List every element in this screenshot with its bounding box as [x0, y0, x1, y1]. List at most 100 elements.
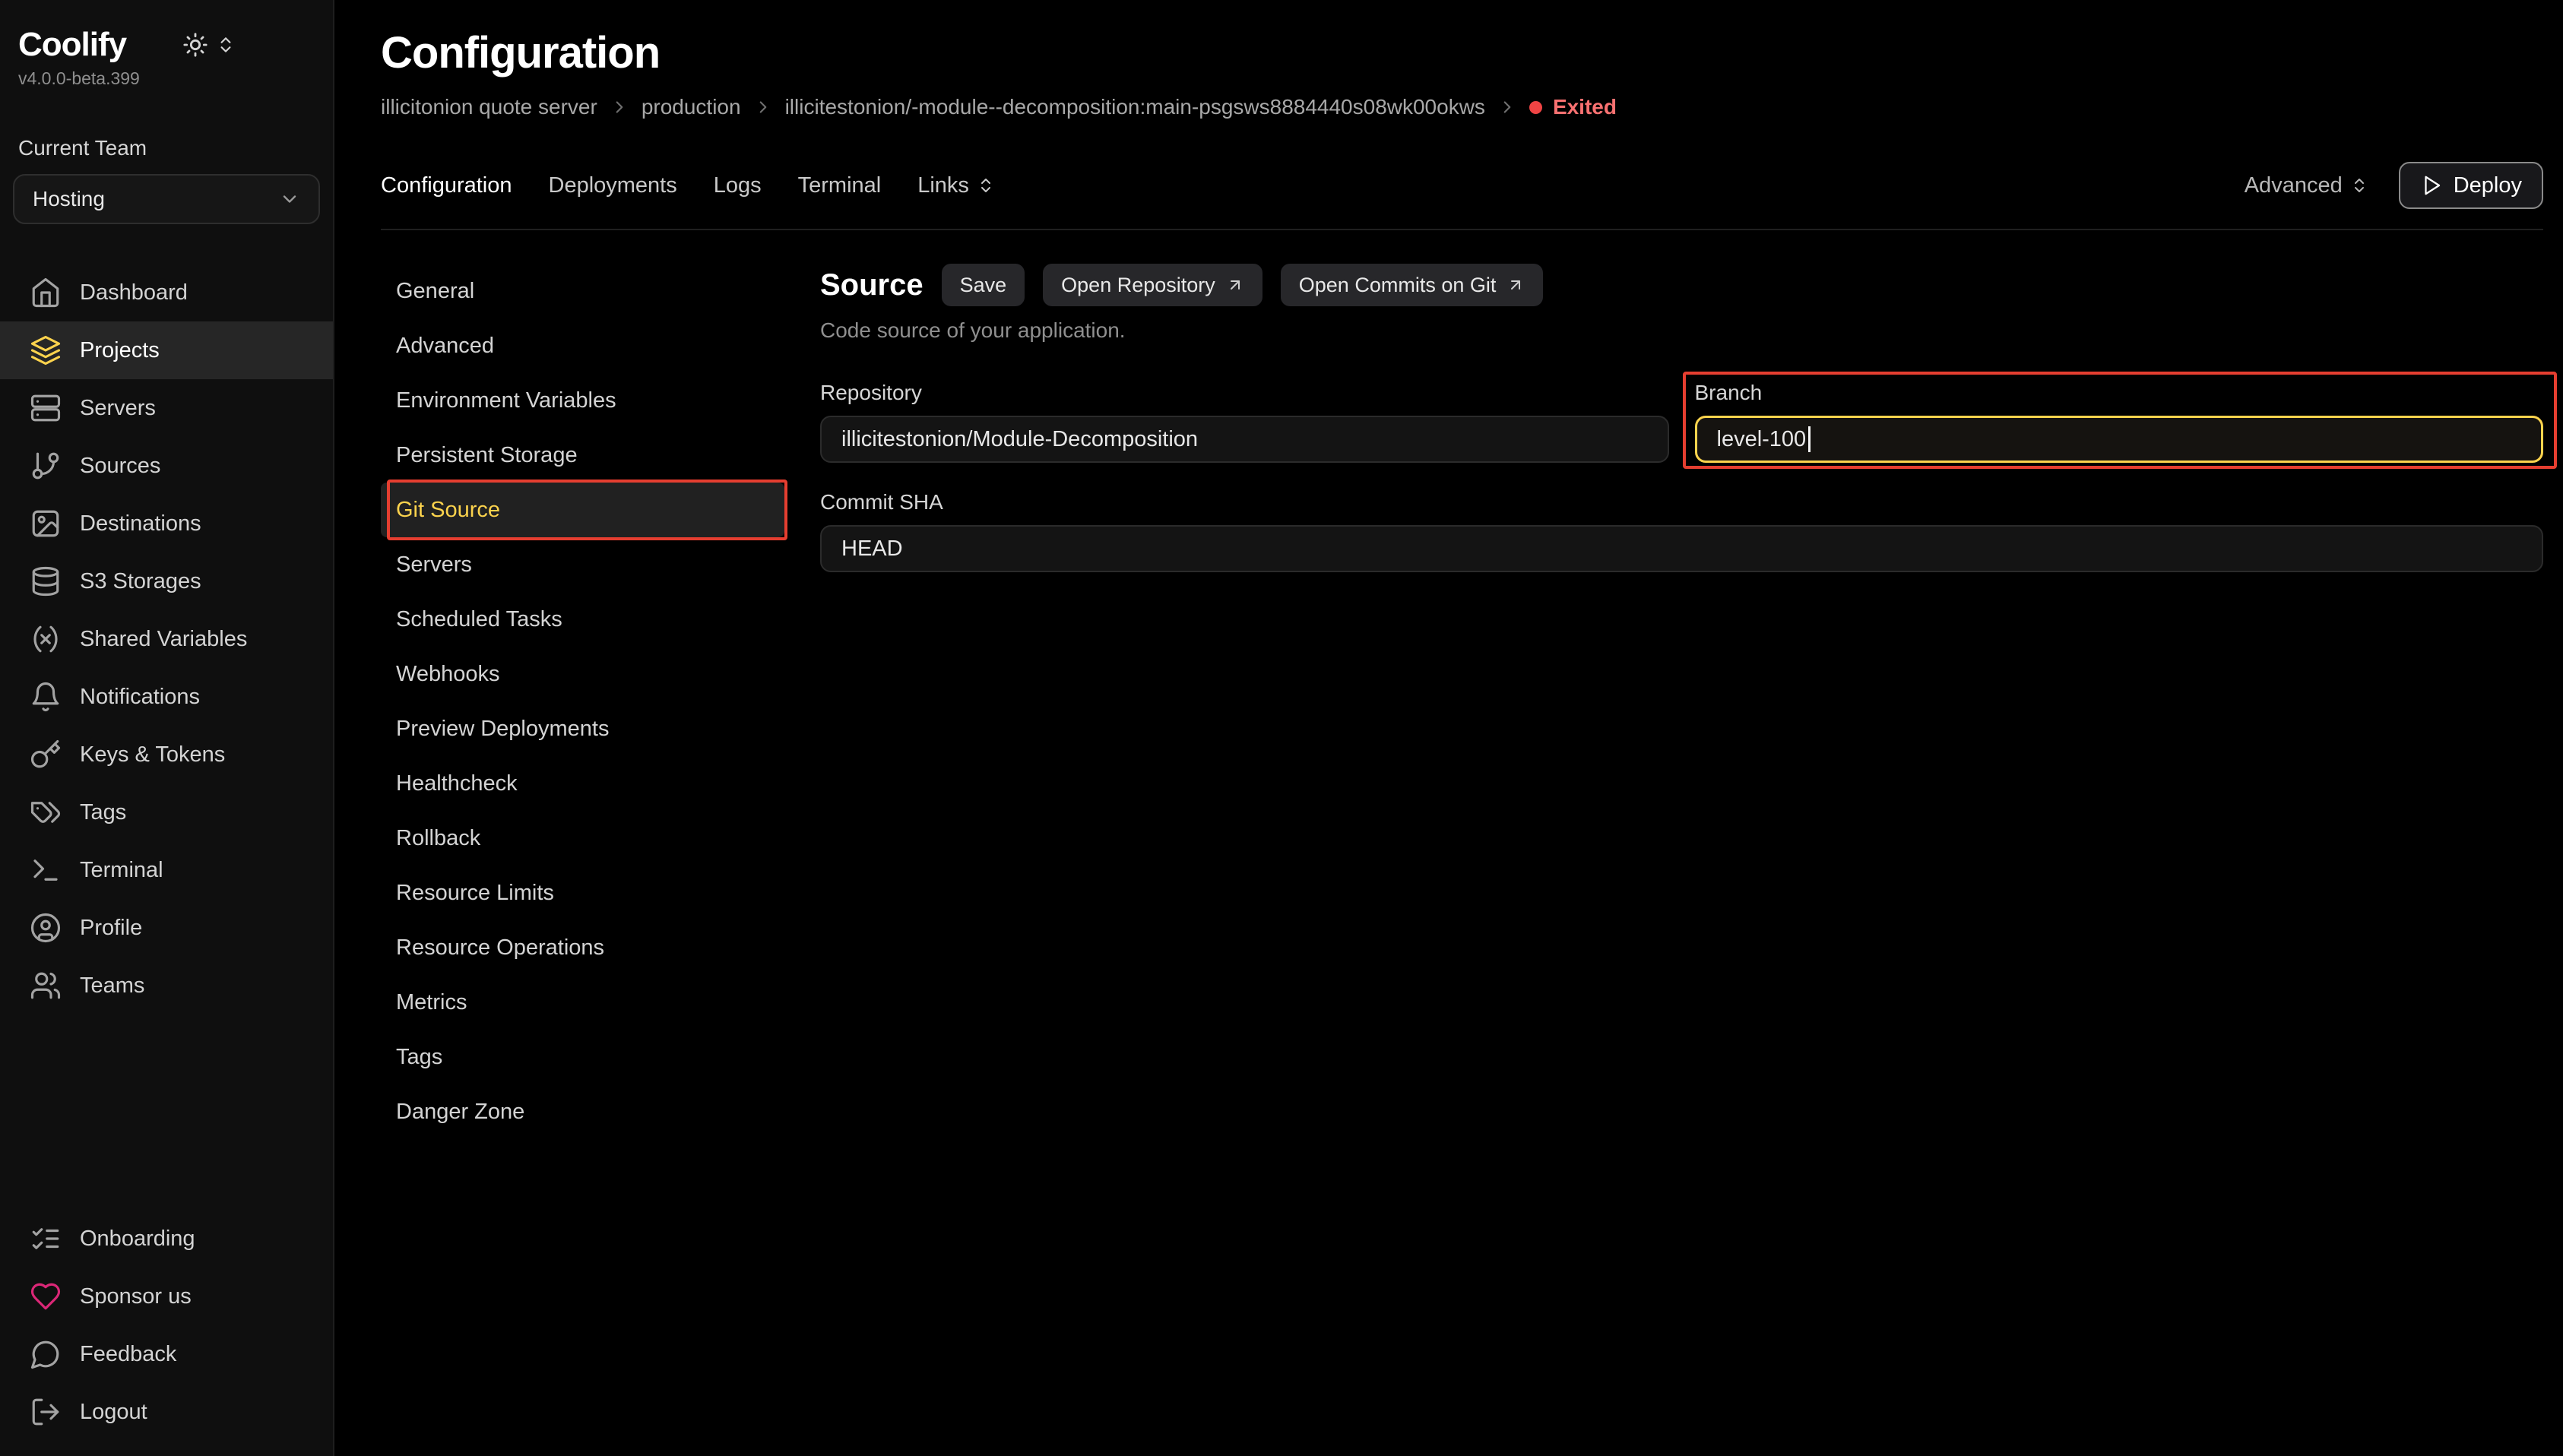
theme-chevrons-up-down-icon[interactable]	[216, 35, 236, 55]
sidebar-item-feedback[interactable]: Feedback	[0, 1325, 333, 1383]
source-description: Code source of your application.	[820, 318, 2543, 343]
play-icon	[2420, 174, 2443, 197]
theme-sun-icon[interactable]	[182, 32, 208, 58]
repository-label: Repository	[820, 381, 1669, 405]
source-panel: Source Save Open Repository Open Commits…	[784, 264, 2543, 1139]
subnav-item-git-source[interactable]: Git Source	[381, 483, 784, 537]
chevrons-up-down-icon	[977, 176, 995, 195]
branch-label: Branch	[1695, 381, 2544, 405]
list-checks-icon	[30, 1223, 62, 1255]
sidebar-item-label: Projects	[80, 338, 160, 363]
config-subnav: General Advanced Environment Variables P…	[381, 264, 784, 1139]
chevron-down-icon	[279, 188, 300, 210]
subnav-item-environment-variables[interactable]: Environment Variables	[381, 373, 784, 428]
source-title: Source	[820, 268, 924, 302]
status-label: Exited	[1553, 95, 1617, 119]
subnav-item-general[interactable]: General	[381, 264, 784, 318]
sidebar-item-logout[interactable]: Logout	[0, 1383, 333, 1441]
sidebar-item-label: Feedback	[80, 1342, 176, 1367]
heart-icon	[30, 1280, 62, 1312]
sidebar-item-terminal[interactable]: Terminal	[0, 841, 333, 899]
tab-configuration[interactable]: Configuration	[381, 173, 512, 198]
sidebar-item-label: Terminal	[80, 858, 163, 883]
logout-icon	[30, 1396, 62, 1428]
subnav-item-tags[interactable]: Tags	[381, 1030, 784, 1084]
advanced-toggle[interactable]: Advanced	[2245, 173, 2368, 198]
user-circle-icon	[30, 912, 62, 944]
subnav-item-resource-limits[interactable]: Resource Limits	[381, 866, 784, 920]
open-repository-button[interactable]: Open Repository	[1043, 264, 1262, 306]
status-dot-icon	[1529, 101, 1542, 114]
sidebar-item-servers[interactable]: Servers	[0, 379, 333, 437]
sidebar-item-teams[interactable]: Teams	[0, 957, 333, 1014]
sidebar-item-destinations[interactable]: Destinations	[0, 495, 333, 552]
sidebar-item-label: Notifications	[80, 685, 200, 710]
server-icon	[30, 392, 62, 424]
subnav-item-servers[interactable]: Servers	[381, 537, 784, 592]
sidebar-item-notifications[interactable]: Notifications	[0, 668, 333, 726]
subnav-item-webhooks[interactable]: Webhooks	[381, 647, 784, 701]
subnav-item-scheduled-tasks[interactable]: Scheduled Tasks	[381, 592, 784, 647]
external-link-icon	[1506, 276, 1525, 294]
breadcrumb-environment[interactable]: production	[642, 95, 741, 119]
git-branch-icon	[30, 450, 62, 482]
sidebar-item-label: Profile	[80, 916, 142, 941]
users-icon	[30, 970, 62, 1002]
commit-sha-input[interactable]: HEAD	[820, 525, 2543, 572]
sidebar-item-sources[interactable]: Sources	[0, 437, 333, 495]
subnav-item-preview-deployments[interactable]: Preview Deployments	[381, 701, 784, 756]
breadcrumb-application[interactable]: illicitestonion/-module--decomposition:m…	[785, 95, 1485, 119]
git-source-annotated-wrap: Git Source	[381, 483, 784, 537]
branch-input[interactable]: level-100	[1695, 416, 2544, 463]
open-commits-button[interactable]: Open Commits on Git	[1281, 264, 1544, 306]
sidebar-item-keys-tokens[interactable]: Keys & Tokens	[0, 726, 333, 783]
tab-terminal[interactable]: Terminal	[798, 173, 882, 198]
chevron-right-icon	[1497, 97, 1517, 117]
save-button[interactable]: Save	[942, 264, 1025, 306]
subnav-item-resource-operations[interactable]: Resource Operations	[381, 920, 784, 975]
sidebar-item-dashboard[interactable]: Dashboard	[0, 264, 333, 321]
sidebar-item-label: Dashboard	[80, 280, 188, 305]
subnav-item-danger-zone[interactable]: Danger Zone	[381, 1084, 784, 1139]
chevron-right-icon	[753, 97, 773, 117]
tabs: Configuration Deployments Logs Terminal …	[381, 173, 995, 198]
team-select[interactable]: Hosting	[13, 174, 320, 224]
subnav-item-rollback[interactable]: Rollback	[381, 811, 784, 866]
sidebar-item-onboarding[interactable]: Onboarding	[0, 1210, 333, 1268]
sidebar-item-label: Sources	[80, 454, 160, 479]
tab-links[interactable]: Links	[917, 173, 995, 198]
sidebar-item-profile[interactable]: Profile	[0, 899, 333, 957]
sidebar-item-label: Sponsor us	[80, 1284, 192, 1309]
status-badge: Exited	[1529, 95, 1617, 119]
subnav-item-healthcheck[interactable]: Healthcheck	[381, 756, 784, 811]
open-commits-label: Open Commits on Git	[1299, 274, 1497, 297]
content-row: General Advanced Environment Variables P…	[381, 264, 2543, 1139]
subnav-item-persistent-storage[interactable]: Persistent Storage	[381, 428, 784, 483]
breadcrumb-project[interactable]: illicitonion quote server	[381, 95, 597, 119]
sidebar-item-sponsor-us[interactable]: Sponsor us	[0, 1268, 333, 1325]
branch-field: Branch level-100	[1695, 381, 2544, 463]
sidebar-item-shared-variables[interactable]: Shared Variables	[0, 610, 333, 668]
advanced-label: Advanced	[2245, 173, 2343, 198]
commit-sha-label: Commit SHA	[820, 490, 2543, 514]
sidebar-item-label: Tags	[80, 800, 126, 825]
repository-input[interactable]: illicitestonion/Module-Decomposition	[820, 416, 1669, 463]
app-logo: Coolify	[18, 26, 126, 64]
sidebar-item-label: Servers	[80, 396, 156, 421]
subnav-item-metrics[interactable]: Metrics	[381, 975, 784, 1030]
subnav-item-advanced[interactable]: Advanced	[381, 318, 784, 373]
sidebar-item-projects[interactable]: Projects	[0, 321, 333, 379]
deploy-button[interactable]: Deploy	[2399, 162, 2543, 209]
chevrons-up-down-icon	[2350, 176, 2368, 195]
sidebar-item-label: Logout	[80, 1400, 147, 1425]
layers-icon	[30, 334, 62, 366]
sidebar-item-label: Onboarding	[80, 1227, 195, 1252]
tab-logs[interactable]: Logs	[714, 173, 762, 198]
external-link-icon	[1226, 276, 1244, 294]
sidebar-item-label: Keys & Tokens	[80, 742, 225, 768]
sidebar-item-tags[interactable]: Tags	[0, 783, 333, 841]
tab-deployments[interactable]: Deployments	[549, 173, 677, 198]
repository-value: illicitestonion/Module-Decomposition	[841, 427, 1198, 452]
sidebar-item-s3-storages[interactable]: S3 Storages	[0, 552, 333, 610]
source-panel-header: Source Save Open Repository Open Commits…	[820, 264, 2543, 306]
